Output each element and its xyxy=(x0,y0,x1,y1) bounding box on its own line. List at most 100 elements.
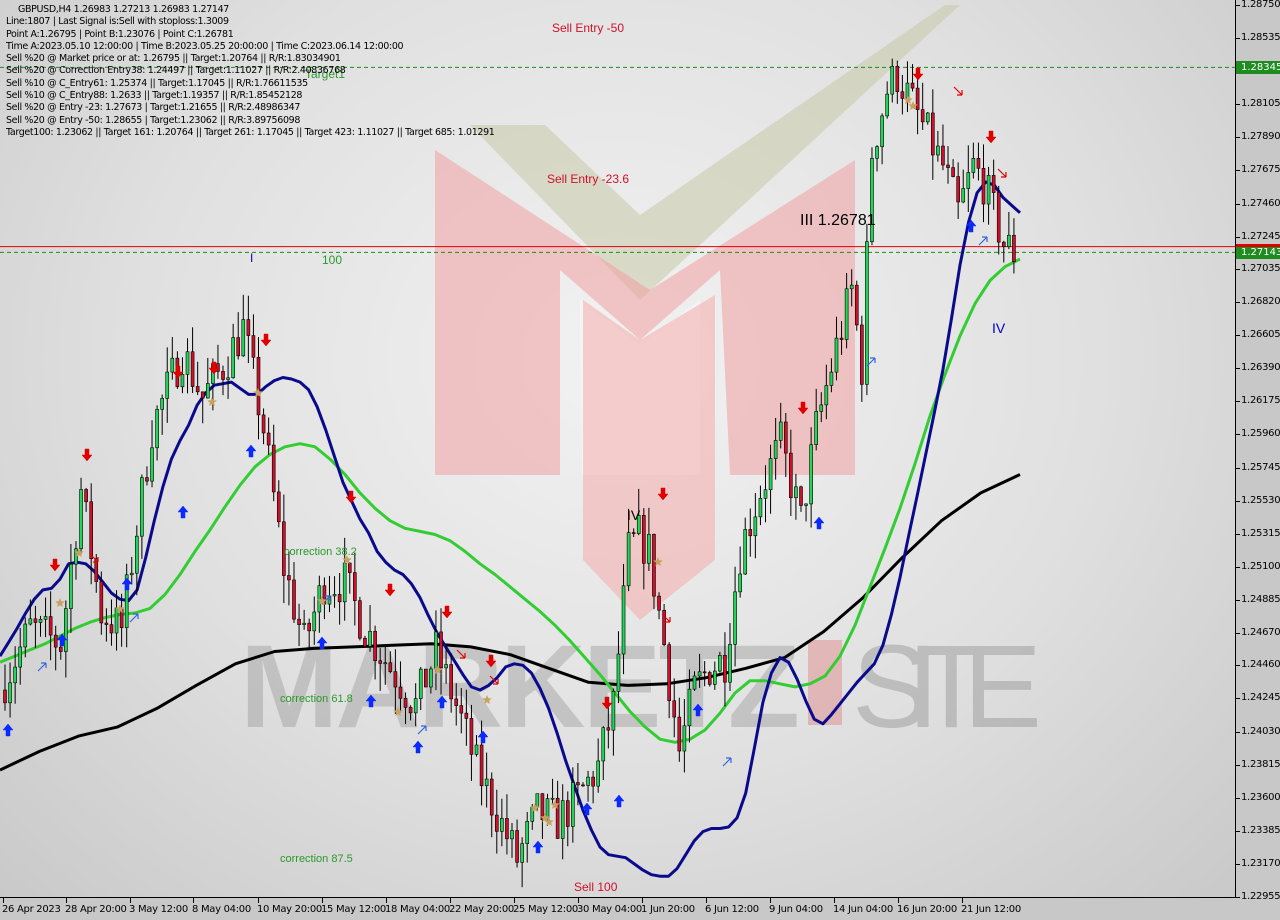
candle-bull xyxy=(743,529,748,575)
candle xyxy=(946,146,950,184)
candle-bear xyxy=(89,501,93,559)
candle-bear xyxy=(363,637,367,647)
candle xyxy=(971,142,976,179)
time-tick-label: 16 Jun 20:00 xyxy=(897,904,957,915)
price-tick-label: 1.24030 xyxy=(1241,725,1280,737)
candle xyxy=(794,473,798,520)
price-tick-label: 1.28105 xyxy=(1241,98,1280,110)
candle-bull xyxy=(13,666,17,684)
candle-bear xyxy=(145,477,149,482)
candle xyxy=(525,811,530,863)
candle-bear xyxy=(190,351,195,387)
candle-bull xyxy=(28,618,33,625)
candle-bear xyxy=(48,616,53,636)
candle xyxy=(586,770,590,802)
price-tick-mark xyxy=(1236,599,1240,601)
candle xyxy=(1012,218,1016,274)
candle xyxy=(195,361,200,396)
price-tick-mark xyxy=(1236,566,1240,568)
candle xyxy=(976,142,981,181)
candle-bear xyxy=(920,109,925,123)
candle-bear xyxy=(915,87,920,110)
time-tick-mark xyxy=(3,898,4,903)
annotation-label: correction 38.2 xyxy=(284,546,357,558)
candle-bull xyxy=(79,489,83,550)
time-tick-label: 10 May 20:00 xyxy=(257,904,322,915)
sell-arrow-icon xyxy=(384,583,396,597)
candle-bear xyxy=(84,489,88,503)
candle xyxy=(738,546,742,598)
candle xyxy=(854,280,859,331)
candle xyxy=(119,593,124,647)
candle-bear xyxy=(469,718,474,755)
candle-bull xyxy=(763,489,768,499)
candle-bear xyxy=(642,515,646,564)
candle xyxy=(505,794,509,855)
candle-bear xyxy=(297,618,301,625)
price-tick-label: 1.26390 xyxy=(1241,362,1280,374)
candle-bull xyxy=(885,93,889,117)
candle-bear xyxy=(464,712,469,719)
candle-bull xyxy=(647,534,651,564)
candle-bull xyxy=(844,288,849,340)
buy-arrow-icon xyxy=(177,505,189,519)
candle-bull xyxy=(692,675,697,690)
time-tick-mark xyxy=(962,898,963,903)
candle xyxy=(920,82,925,130)
candle-bear xyxy=(910,82,915,89)
buy-hollow-arrow-icon xyxy=(978,236,988,246)
candle xyxy=(236,312,241,360)
candle xyxy=(550,778,555,804)
candle-bear xyxy=(33,618,38,623)
candle-bear xyxy=(976,158,981,169)
time-tick-label: 28 Apr 20:00 xyxy=(65,904,127,915)
candle-bear xyxy=(1001,241,1006,248)
candle-bear xyxy=(996,192,1001,243)
price-tick-mark xyxy=(1236,434,1240,436)
candle xyxy=(48,591,53,661)
candle xyxy=(494,789,499,854)
candle-bear xyxy=(408,707,413,714)
candle-bear xyxy=(358,600,362,639)
time-axis[interactable]: 26 Apr 2023 28 Apr 20:00 3 May 12:00 8 May … xyxy=(0,898,1236,920)
price-tick-mark xyxy=(1236,5,1240,6)
candle-bull xyxy=(185,351,190,375)
time-tick-mark xyxy=(514,898,515,903)
candle xyxy=(226,356,230,399)
candle-bull xyxy=(64,608,68,652)
candle xyxy=(860,315,864,402)
star-icon xyxy=(903,95,913,104)
candle-bull xyxy=(150,447,154,482)
candle xyxy=(753,493,758,559)
candle xyxy=(489,772,494,838)
price-axis[interactable]: 1.287501.285351.283201.281051.278901.276… xyxy=(1236,0,1280,920)
candle xyxy=(500,798,504,847)
chart-area[interactable]: MARKETZ SITE Sell Entry -50 Sell Entry -23… xyxy=(0,0,1236,898)
candle xyxy=(875,145,879,172)
buy-arrow-icon xyxy=(613,794,625,808)
candle xyxy=(261,408,266,445)
candle-bear xyxy=(723,654,727,683)
price-tick-label: 1.27675 xyxy=(1241,164,1280,176)
time-tick-label: 14 Jun 04:00 xyxy=(833,904,893,915)
candle-bear xyxy=(53,634,58,648)
candle-bear xyxy=(839,337,844,340)
candle xyxy=(8,662,12,718)
candle-bear xyxy=(261,414,266,434)
candle-bear xyxy=(256,356,261,416)
sell-arrow-icon xyxy=(49,558,61,572)
candle-bear xyxy=(266,432,271,446)
sell-hollow-arrow-icon xyxy=(997,168,1007,178)
candle-bull xyxy=(180,374,185,388)
candle-bull xyxy=(23,623,28,648)
time-tick-label: 3 May 12:00 xyxy=(129,904,188,915)
candle-bull xyxy=(586,776,590,786)
time-tick-mark xyxy=(130,898,131,903)
candle xyxy=(185,338,190,394)
price-tick-mark xyxy=(1236,665,1240,667)
price-tick-mark xyxy=(1236,268,1240,270)
candle-bear xyxy=(287,575,291,581)
annotation-label: correction 61.8 xyxy=(280,693,353,705)
price-tick-mark xyxy=(1236,203,1240,205)
price-tick-label: 1.24245 xyxy=(1241,692,1280,704)
